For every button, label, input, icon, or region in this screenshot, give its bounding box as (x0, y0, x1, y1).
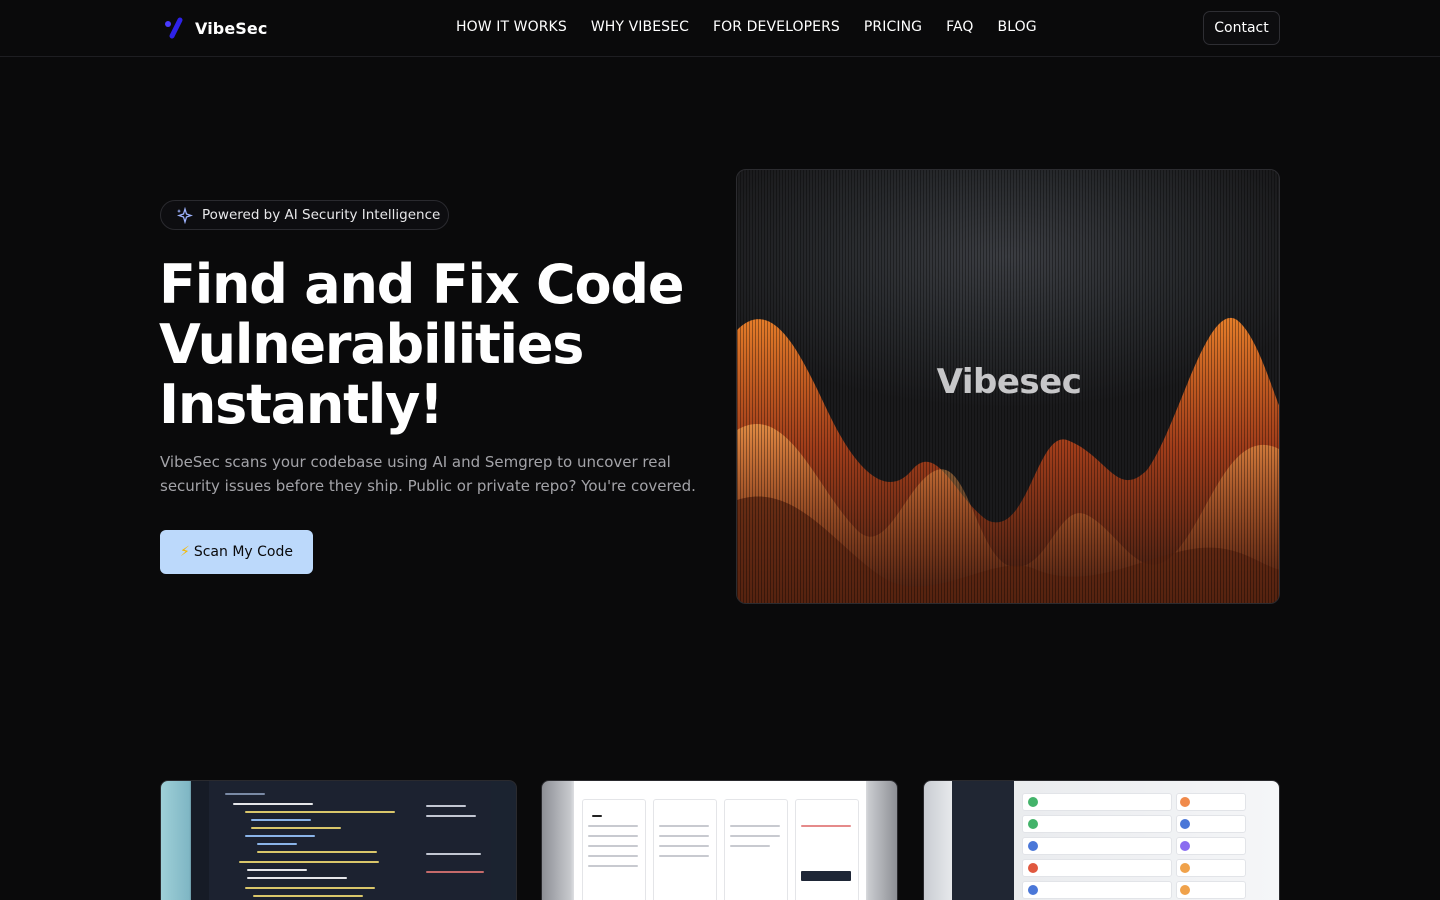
report-column (653, 799, 717, 900)
report-row (730, 825, 780, 827)
report-row (659, 845, 709, 847)
contact-button[interactable]: Contact (1203, 11, 1280, 45)
report-row (801, 871, 851, 881)
repo-sidebar (952, 781, 1014, 900)
code-line (426, 805, 466, 807)
report-row (659, 855, 709, 857)
top-navbar: VibeSec HOW IT WORKS WHY VIBESEC FOR DEV… (0, 0, 1440, 57)
code-line (247, 877, 347, 879)
main-nav: HOW IT WORKS WHY VIBESEC FOR DEVELOPERS … (456, 19, 1037, 35)
code-panel (191, 781, 491, 900)
nav-blog[interactable]: BLOG (998, 19, 1037, 35)
code-line (245, 835, 315, 837)
status-ok-icon (1028, 819, 1038, 829)
code-line (426, 815, 476, 817)
code-line (251, 819, 311, 821)
repo-icon (1180, 797, 1190, 807)
report-row (659, 825, 709, 827)
hero-subtitle: VibeSec scans your codebase using AI and… (160, 453, 696, 495)
nav-for-developers[interactable]: FOR DEVELOPERS (713, 19, 840, 35)
nav-why-vibesec[interactable]: WHY VIBESEC (591, 19, 689, 35)
report-row (659, 835, 709, 837)
report-row (592, 815, 602, 817)
code-line (253, 895, 363, 897)
hero-visual-wordmark: Vibesec (936, 362, 1082, 402)
code-line (233, 803, 313, 805)
code-gutter (191, 781, 209, 900)
report-row (588, 865, 638, 867)
hero-title-line-2: Vulnerabilities (159, 313, 584, 376)
report-row (588, 835, 638, 837)
code-line (245, 887, 375, 889)
badge-text: Powered by AI Security Intelligence (202, 207, 441, 223)
report-row (801, 825, 851, 827)
repo-icon (1028, 863, 1038, 873)
repo-icon (1028, 885, 1038, 895)
code-line (426, 853, 481, 855)
code-line (251, 827, 341, 829)
repo-card (1022, 881, 1172, 899)
repo-icon (1180, 863, 1190, 873)
ai-badge: Powered by AI Security Intelligence (160, 200, 449, 230)
brand[interactable]: VibeSec (163, 17, 267, 39)
hero-title-line-3: Instantly! (159, 373, 444, 436)
nav-faq[interactable]: FAQ (946, 19, 973, 35)
code-line (257, 843, 297, 845)
report-row (730, 835, 780, 837)
hero-visual: Vibesec (736, 169, 1280, 604)
report-column (795, 799, 859, 900)
repo-icon (1180, 819, 1190, 829)
vibesec-logo-icon (165, 17, 183, 39)
report-row (588, 855, 638, 857)
code-line (225, 793, 265, 795)
code-line (239, 861, 379, 863)
repo-card (1022, 859, 1172, 877)
repo-icon (1028, 841, 1038, 851)
scan-my-code-button[interactable]: ⚡ Scan My Code (160, 530, 313, 574)
sparkles-icon (176, 206, 193, 224)
report-column (724, 799, 788, 900)
repositories-preview[interactable] (923, 780, 1280, 900)
repo-icon (1180, 885, 1190, 895)
repo-icon (1180, 841, 1190, 851)
status-ok-icon (1028, 797, 1038, 807)
report-row (588, 845, 638, 847)
brand-name: VibeSec (195, 18, 268, 38)
nav-pricing[interactable]: PRICING (864, 19, 922, 35)
vulnerability-report-preview[interactable] (541, 780, 898, 900)
report-row (588, 825, 638, 827)
scan-button-label: Scan My Code (193, 544, 293, 560)
nav-how-it-works[interactable]: HOW IT WORKS (456, 19, 567, 35)
hero-title-line-1: Find and Fix Code (159, 253, 684, 316)
code-line (426, 871, 484, 873)
code-line (245, 811, 395, 813)
repo-card (1022, 837, 1172, 855)
code-line (257, 851, 377, 853)
code-editor-preview[interactable] (160, 780, 517, 900)
repo-card (1022, 793, 1172, 811)
code-line (247, 869, 307, 871)
hero-title: Find and Fix Code Vulnerabilities Instan… (159, 255, 719, 435)
report-row (730, 845, 770, 847)
repo-card (1022, 815, 1172, 833)
lightning-icon: ⚡ (180, 544, 190, 560)
